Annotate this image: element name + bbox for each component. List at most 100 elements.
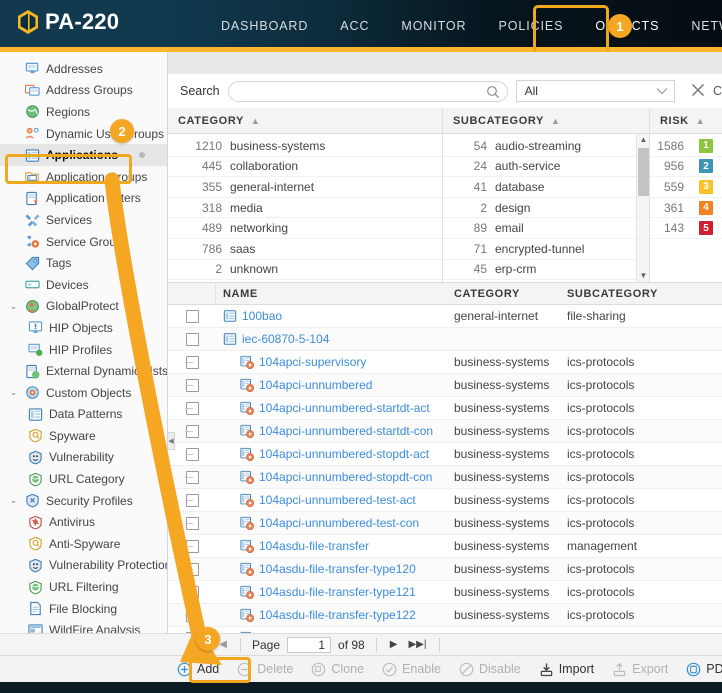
category-facet-header[interactable]: CATEGORY ▲ (168, 108, 442, 134)
sort-asc-icon[interactable]: ▲ (251, 116, 261, 126)
category-facet-row[interactable]: 445collaboration (168, 157, 442, 178)
sidebar-item-services[interactable]: Services (0, 209, 167, 231)
table-row[interactable]: 104apci-unnumberedbusiness-systemsics-pr… (168, 374, 722, 397)
subcat-scroll-up-icon[interactable]: ▲ (637, 134, 650, 146)
chevron-down-icon[interactable]: ⌄ (8, 495, 19, 506)
risk-facet-row[interactable]: 3614 (650, 198, 722, 219)
application-name-link[interactable]: 104apci-supervisory (259, 355, 366, 369)
sidebar-item-devices[interactable]: Devices (0, 274, 167, 296)
sidebar-item-custom-objects[interactable]: ⌄Custom Objects (0, 382, 167, 404)
application-name-link[interactable]: 104asdu-file-transfer-type122 (259, 608, 416, 622)
nav-tab-acc[interactable]: ACC (324, 0, 385, 52)
nav-tab-policies[interactable]: POLICIES (482, 0, 579, 52)
subcat-scroll-thumb[interactable] (638, 148, 649, 196)
table-row[interactable]: 104apci-supervisorybusiness-systemsics-p… (168, 351, 722, 374)
application-name-link[interactable]: 104apci-unnumbered-test-act (259, 493, 416, 507)
application-name-link[interactable]: 104apci-unnumbered-test-con (259, 516, 419, 530)
table-row[interactable]: iec-60870-5-104 (168, 328, 722, 351)
sidebar-item-applications[interactable]: Applications (0, 144, 167, 166)
application-name-link[interactable]: 104apci-unnumbered-stopdt-act (259, 447, 429, 461)
application-name-link[interactable]: 104asdu-file-transfer-type120 (259, 562, 416, 576)
subcategory-facet-row[interactable]: 71encrypted-tunnel (443, 239, 649, 260)
application-name-link[interactable]: 104apci-unnumbered (259, 378, 372, 392)
nav-tab-dashboard[interactable]: DASHBOARD (205, 0, 324, 52)
next-page-icon[interactable]: ▶ (388, 639, 400, 650)
sidebar-item-data-patterns[interactable]: Data Patterns (0, 404, 167, 426)
row-name-cell[interactable]: iec-60870-5-104 (216, 332, 454, 346)
subcategory-facet-header[interactable]: SUBCATEGORY ▲ (443, 108, 649, 134)
subcategory-facet-row[interactable]: 54audio-streaming (443, 136, 649, 157)
filter-select[interactable]: All (516, 80, 675, 102)
nav-tab-monitor[interactable]: MONITOR (385, 0, 482, 52)
sidebar-item-address-groups[interactable]: Address Groups (0, 80, 167, 102)
sidebar-item-url-category[interactable]: URL Category (0, 468, 167, 490)
row-name-cell[interactable]: 104apci-unnumbered-test-act (216, 493, 454, 507)
page-number-input[interactable]: 1 (287, 637, 331, 653)
row-name-cell[interactable]: 104asdu-file-transfer-type120 (216, 562, 454, 576)
clear-filters-label[interactable]: C (713, 84, 722, 98)
row-name-cell[interactable]: 104apci-unnumbered-startdt-con (216, 424, 454, 438)
sidebar-item-external-dynamic-lists[interactable]: External Dynamic Lists (0, 360, 167, 382)
application-name-link[interactable]: 104apci-unnumbered-startdt-con (259, 424, 433, 438)
column-header-name[interactable]: NAME (216, 288, 454, 300)
table-row[interactable]: 104asdu-file-transfer-type122business-sy… (168, 604, 722, 627)
row-name-cell[interactable]: 104apci-supervisory (216, 355, 454, 369)
search-icon[interactable] (486, 85, 500, 102)
sidebar-item-globalprotect[interactable]: ⌄GlobalProtect (0, 296, 167, 318)
row-checkbox-cell[interactable] (168, 310, 216, 323)
category-facet-row[interactable]: 2unknown (168, 260, 442, 281)
search-input[interactable] (239, 84, 483, 98)
sidebar-item-anti-spyware[interactable]: Anti-Spyware (0, 533, 167, 555)
sidebar-item-hip-objects[interactable]: HIP Objects (0, 317, 167, 339)
table-row[interactable]: 104apci-unnumbered-startdt-actbusiness-s… (168, 397, 722, 420)
category-facet-row[interactable]: 355general-internet (168, 177, 442, 198)
sort-asc-icon[interactable]: ▲ (696, 116, 706, 126)
application-name-link[interactable]: iec-60870-5-104 (242, 332, 329, 346)
pdf-csv-button[interactable]: PDF/CSV (677, 662, 722, 677)
row-name-cell[interactable]: 100bao (216, 309, 454, 323)
row-name-cell[interactable]: 104asdu-file-transfer-type121 (216, 585, 454, 599)
sidebar-item-regions[interactable]: Regions (0, 101, 167, 123)
subcat-scroll-down-icon[interactable]: ▼ (637, 270, 650, 282)
table-row[interactable]: 100baogeneral-internetfile-sharing (168, 305, 722, 328)
sidebar-item-url-filtering[interactable]: URL Filtering (0, 576, 167, 598)
subcategory-facet-row[interactable]: 41database (443, 177, 649, 198)
sidebar-item-tags[interactable]: Tags (0, 252, 167, 274)
table-row[interactable]: 104apci-unnumbered-test-actbusiness-syst… (168, 489, 722, 512)
sidebar-item-spyware[interactable]: Spyware (0, 425, 167, 447)
risk-facet-row[interactable]: 9562 (650, 157, 722, 178)
subcategory-facet-row[interactable]: 2design (443, 198, 649, 219)
row-checkbox-cell[interactable] (168, 333, 216, 346)
risk-facet-row[interactable]: 1435 (650, 218, 722, 239)
row-checkbox[interactable] (186, 310, 199, 323)
subcategory-facet-row[interactable]: 89email (443, 218, 649, 239)
column-header-category[interactable]: CATEGORY (454, 288, 567, 300)
table-row[interactable]: 104apci-unnumbered-startdt-conbusiness-s… (168, 420, 722, 443)
sort-asc-icon[interactable]: ▲ (551, 116, 561, 126)
chevron-down-icon[interactable]: ⌄ (8, 387, 19, 398)
sidebar-item-hip-profiles[interactable]: HIP Profiles (0, 339, 167, 361)
table-row[interactable]: 104apci-unnumbered-test-conbusiness-syst… (168, 512, 722, 535)
sidebar-item-vulnerability[interactable]: Vulnerability (0, 447, 167, 469)
subcategory-scrollbar[interactable]: ▲ ▼ (636, 134, 649, 282)
table-row[interactable]: 104asdu-file-transferbusiness-systemsman… (168, 535, 722, 558)
import-button[interactable]: Import (530, 662, 603, 677)
application-name-link[interactable]: 104apci-unnumbered-startdt-act (259, 401, 430, 415)
search-input-wrap[interactable] (228, 81, 508, 102)
application-name-link[interactable]: 100bao (242, 309, 282, 323)
row-name-cell[interactable]: 104apci-unnumbered-stopdt-con (216, 470, 454, 484)
sidebar-item-application-groups[interactable]: Application Groups (0, 166, 167, 188)
risk-facet-header[interactable]: RISK ▲ (650, 108, 722, 134)
row-name-cell[interactable]: 104apci-unnumbered-test-con (216, 516, 454, 530)
row-name-cell[interactable]: 104asdu-file-transfer-type122 (216, 608, 454, 622)
sidebar-item-security-profiles[interactable]: ⌄Security Profiles (0, 490, 167, 512)
sidebar-item-file-blocking[interactable]: File Blocking (0, 598, 167, 620)
sidebar-item-addresses[interactable]: Addresses (0, 58, 167, 80)
table-row[interactable]: 104asdu-file-transfer-type120business-sy… (168, 558, 722, 581)
application-name-link[interactable]: 104asdu-file-transfer (259, 539, 369, 553)
category-facet-row[interactable]: 489networking (168, 218, 442, 239)
sidebar-item-vulnerability-protection[interactable]: Vulnerability Protection (0, 555, 167, 577)
table-row[interactable]: 104asdu-file-transfer-type121business-sy… (168, 581, 722, 604)
sidebar-item-antivirus[interactable]: Antivirus (0, 511, 167, 533)
row-checkbox[interactable] (186, 333, 199, 346)
